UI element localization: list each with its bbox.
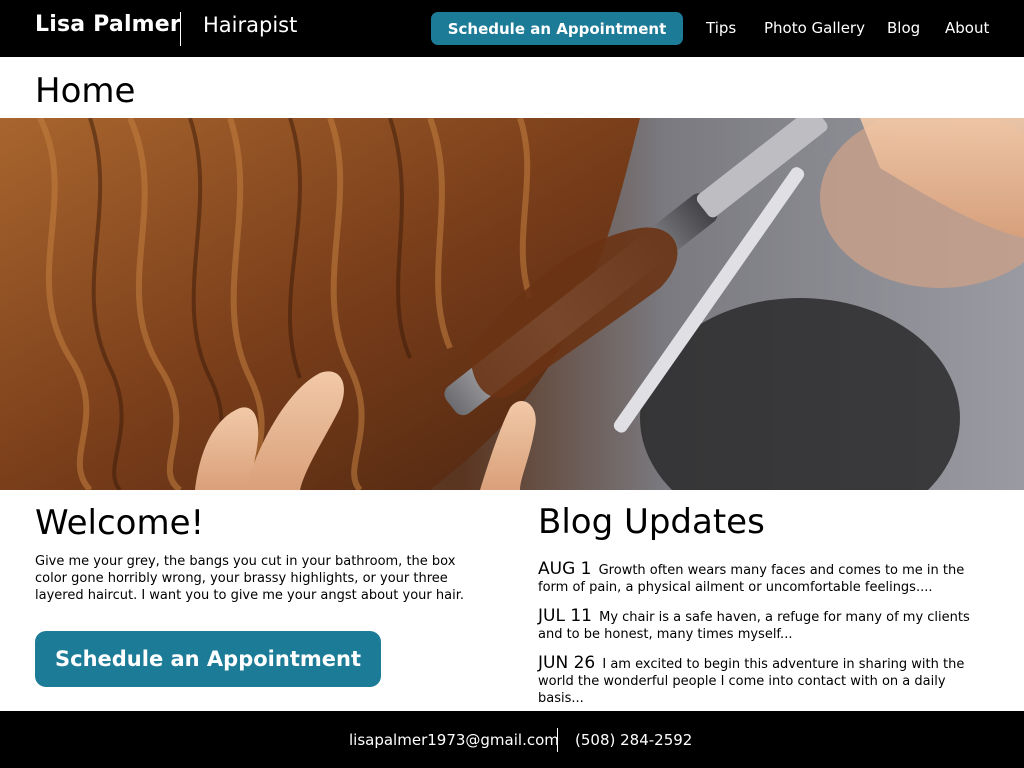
blog-entry-date: JUN 26 <box>538 653 596 673</box>
blog-entry-date: AUG 1 <box>538 559 592 579</box>
footer-phone-link[interactable]: (508) 284-2592 <box>575 731 692 749</box>
footer-divider <box>557 728 558 752</box>
footer-email-link[interactable]: lisapalmer1973@gmail.com <box>349 731 559 749</box>
welcome-heading: Welcome! <box>35 503 205 543</box>
blog-entry[interactable]: JUL 11 My chair is a safe haven, a refug… <box>538 608 993 643</box>
welcome-text: Give me your grey, the bangs you cut in … <box>35 554 464 603</box>
nav-blog[interactable]: Blog <box>887 19 920 37</box>
blog-entry[interactable]: JUN 26 I am excited to begin this advent… <box>538 655 993 707</box>
header-schedule-appointment-button[interactable]: Schedule an Appointment <box>431 12 683 45</box>
schedule-appointment-button[interactable]: Schedule an Appointment <box>35 631 381 687</box>
site-footer: lisapalmer1973@gmail.com (508) 284-2592 <box>0 711 1024 768</box>
nav-tips[interactable]: Tips <box>706 19 736 37</box>
blog-entry-excerpt: My chair is a safe haven, a refuge for m… <box>538 610 970 642</box>
brand-title: Hairapist <box>203 13 298 37</box>
blog-entry[interactable]: AUG 1 Growth often wears many faces and … <box>538 561 993 596</box>
site-header: Lisa Palmer Hairapist Schedule an Appoin… <box>0 0 1024 57</box>
page-title: Home <box>35 71 136 111</box>
blog-entry-excerpt: I am excited to begin this adventure in … <box>538 657 965 706</box>
blog-heading: Blog Updates <box>538 502 765 542</box>
nav-photo-gallery[interactable]: Photo Gallery <box>764 19 865 37</box>
nav-about[interactable]: About <box>945 19 989 37</box>
blog-entry-date: JUL 11 <box>538 606 592 626</box>
brand-name[interactable]: Lisa Palmer <box>35 12 181 37</box>
blog-entry-excerpt: Growth often wears many faces and comes … <box>538 563 965 595</box>
brand-divider <box>180 12 181 46</box>
hero-image <box>0 118 1024 490</box>
hero-photo <box>0 118 1024 490</box>
